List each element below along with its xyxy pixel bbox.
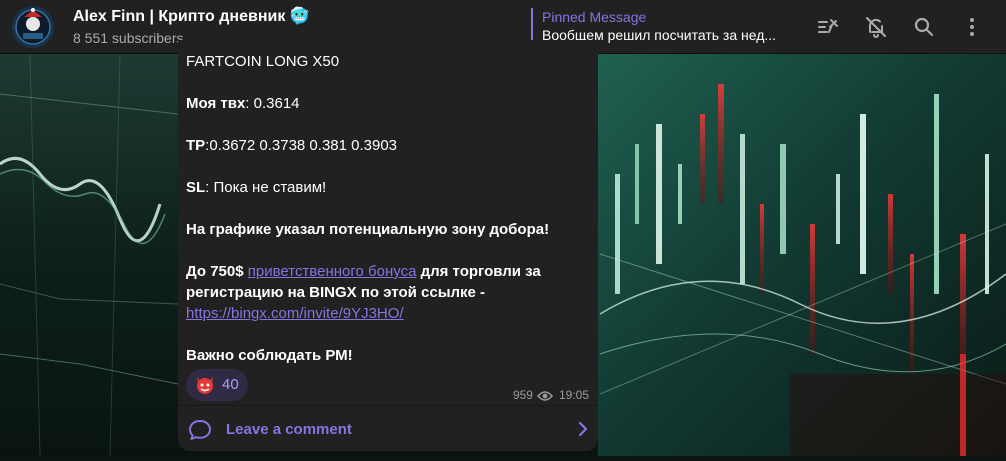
more-vertical-icon[interactable] <box>960 15 984 39</box>
tp-label: TP <box>186 137 206 154</box>
bonus-line2: регистрацию на BINGX по этой ссылке - <box>186 284 486 301</box>
comment-bubble-icon <box>188 419 212 446</box>
sl-label: SL <box>186 179 206 196</box>
bell-off-icon[interactable] <box>864 15 888 39</box>
reaction-count: 40 <box>222 376 239 393</box>
post-line-title: FARTCOIN LONG X50 <box>186 53 340 70</box>
post-line-sl: SL: Пока не ставим! <box>186 177 326 198</box>
post-line-rm: Важно соблюдать РМ! <box>186 345 353 366</box>
post-line-tp: TP:0.3672 0.3738 0.381 0.3903 <box>186 135 397 156</box>
bonus-link[interactable]: приветственного бонуса <box>248 263 417 280</box>
channel-avatar[interactable] <box>12 6 54 48</box>
eye-icon <box>536 390 554 406</box>
leave-comment-button[interactable]: Leave a comment <box>178 406 598 451</box>
devil-face-icon <box>194 375 216 395</box>
channel-post: FARTCOIN LONG X50 Моя твх: 0.3614 TP:0.3… <box>178 40 598 451</box>
view-count: 959 <box>512 388 533 402</box>
zone-text: На графике указал потенциальную зону доб… <box>186 221 550 238</box>
post-line-bonus: До 750$ приветственного бонуса для торго… <box>186 261 541 282</box>
rm-text: Важно соблюдать РМ! <box>186 347 353 364</box>
sl-value: : Пока не ставим! <box>205 179 327 196</box>
referral-link[interactable]: https://bingx.com/invite/9YJ3HO/ <box>186 305 404 322</box>
entry-label: Моя твх <box>186 95 246 112</box>
entry-value: : 0.3614 <box>245 95 300 112</box>
pinned-list-icon[interactable] <box>816 15 840 39</box>
bonus-prefix: До 750$ <box>186 263 248 280</box>
post-time: 19:05 <box>558 388 589 402</box>
chevron-right-icon <box>577 421 589 442</box>
post-line-entry: Моя твх: 0.3614 <box>186 93 300 114</box>
tp-value: :0.3672 0.3738 0.381 0.3903 <box>205 137 398 154</box>
post-line-bonus-2: регистрацию на BINGX по этой ссылке - <box>186 282 485 303</box>
bonus-suffix: для торговли за <box>416 263 541 280</box>
leave-comment-label: Leave a comment <box>226 421 352 438</box>
post-line-ref: https://bingx.com/invite/9YJ3HO/ <box>186 303 404 324</box>
post-line-zone: На графике указал потенциальную зону доб… <box>186 219 549 240</box>
post-meta: 959 19:05 <box>513 387 589 406</box>
channel-title: Alex Finn | Крипто дневник 🥶 <box>73 8 310 25</box>
search-icon[interactable] <box>912 15 936 39</box>
reaction-chip[interactable]: 40 <box>186 369 248 401</box>
pinned-message-label: Pinned Message <box>542 9 647 25</box>
